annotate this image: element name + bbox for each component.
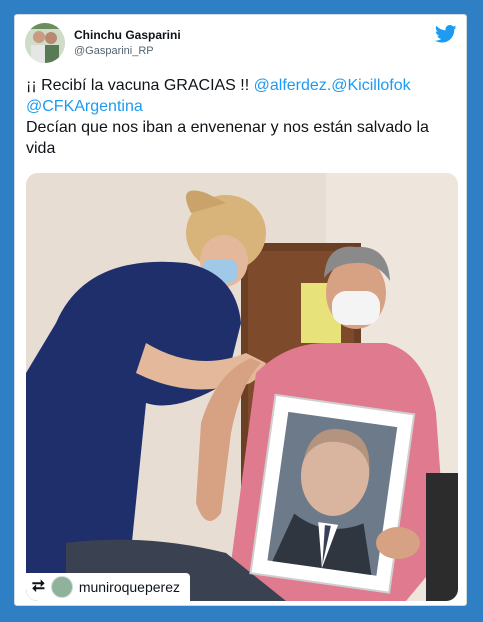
repost-attribution[interactable]: ⮂ muniroqueperez bbox=[26, 573, 190, 601]
twitter-bird-icon[interactable] bbox=[434, 25, 457, 43]
tweet-text-part2: Decían que nos iban a envenenar y nos es… bbox=[26, 119, 429, 157]
author-avatar[interactable] bbox=[25, 23, 65, 63]
tweet-text-part1: ¡¡ Recibí la vacuna GRACIAS !! bbox=[26, 77, 254, 94]
author-handle[interactable]: @Gasparini_RP bbox=[74, 45, 154, 57]
repost-user-avatar bbox=[50, 576, 73, 598]
tweet-card: Chinchu Gasparini @Gasparini_RP ¡¡ Recib… bbox=[14, 14, 467, 606]
photo-illustration bbox=[26, 173, 458, 601]
repost-username[interactable]: muniroqueperez bbox=[79, 579, 180, 595]
retweet-icon: ⮂ bbox=[32, 578, 45, 595]
tweet-text: ¡¡ Recibí la vacuna GRACIAS !! @alferdez… bbox=[26, 75, 456, 159]
mention-cfkargentina[interactable]: @CFKArgentina bbox=[26, 98, 143, 115]
mention-alferdez[interactable]: @alferdez bbox=[254, 77, 327, 94]
tweet-photo[interactable]: ⮂ muniroqueperez bbox=[26, 173, 458, 601]
mention-kicillofok[interactable]: .@Kicillofok bbox=[327, 77, 411, 94]
author-display-name[interactable]: Chinchu Gasparini bbox=[74, 28, 181, 42]
